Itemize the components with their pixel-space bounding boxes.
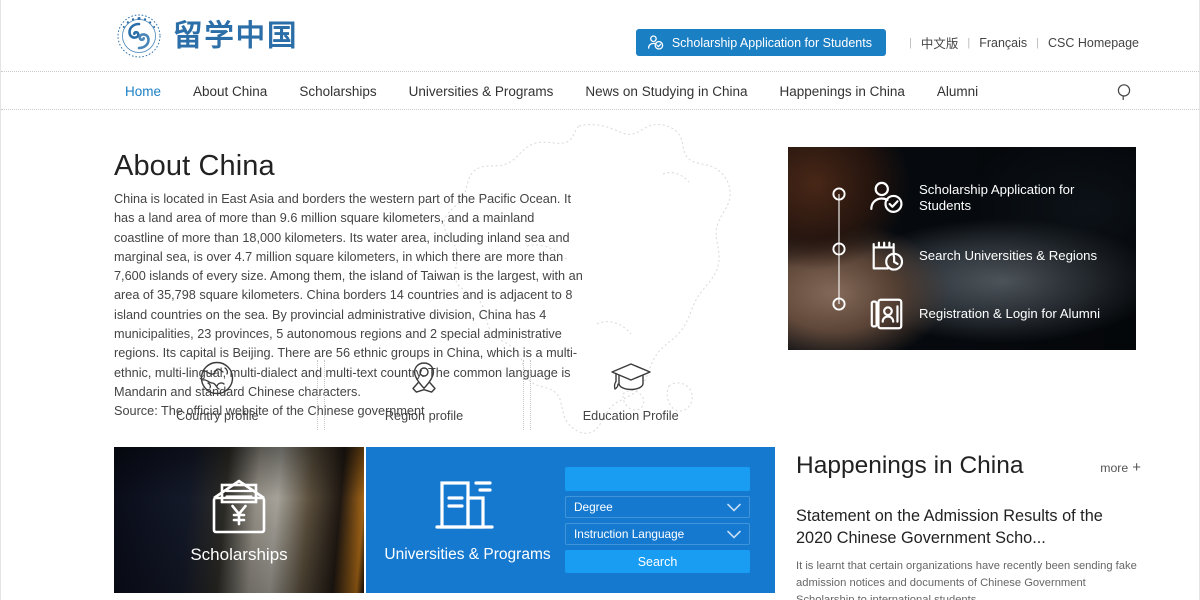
happenings-title: Happenings in China: [796, 452, 1024, 479]
universities-programs-panel: Universities & Programs Degree Instructi…: [366, 447, 775, 593]
header-utility-area: Scholarship Application for Students | 中…: [635, 29, 1139, 56]
promo-row-search-universities[interactable]: Search Universities & Regions: [868, 227, 1133, 285]
promo-row-registration-login-alumni-label: Registration & Login for Alumni: [919, 305, 1101, 321]
link-separator-0: |: [908, 36, 912, 49]
profile-tile-country-label: Country profile: [176, 409, 259, 423]
nav-item-scholarships[interactable]: Scholarships: [283, 84, 392, 99]
universities-search-input[interactable]: [565, 467, 750, 491]
happenings-more-label: more: [1100, 460, 1129, 475]
happenings-section: Happenings in China more + Statement on …: [796, 452, 1141, 600]
profile-tiles: Country profile Region profile Education…: [114, 358, 734, 433]
universities-search-form: Degree Instruction Language Search: [565, 467, 750, 573]
graduation-cap-icon: [610, 363, 651, 391]
degree-select-label: Degree: [574, 500, 613, 514]
happenings-article-excerpt: It is learnt that certain organizations …: [796, 560, 1137, 600]
chevron-down-icon: [727, 530, 741, 539]
globe-icon: [201, 361, 234, 395]
search-icon: [1117, 84, 1131, 100]
site-header: 留学中国 Scholarship Application for Student…: [1, 0, 1199, 72]
svg-text:留学中国: 留学中国: [173, 19, 298, 53]
profile-tile-country[interactable]: Country profile: [114, 358, 321, 433]
buildings-icon: [434, 481, 494, 529]
nav-item-alumni[interactable]: Alumni: [921, 84, 994, 99]
plus-icon: +: [1132, 459, 1141, 476]
link-separator-1: |: [967, 36, 971, 49]
lang-link-francais[interactable]: Français: [979, 36, 1027, 50]
universities-programs-label: Universities & Programs: [384, 546, 551, 563]
nav-item-list: Home About China Scholarships Universiti…: [113, 72, 994, 110]
scholarships-tile-content: Scholarships: [114, 447, 364, 593]
calendar-clock-icon: [872, 241, 904, 271]
lang-link-csc-homepage[interactable]: CSC Homepage: [1048, 36, 1139, 50]
promo-row-registration-login-alumni[interactable]: Registration & Login for Alumni: [868, 285, 1133, 343]
promo-timeline-icon: [832, 187, 846, 311]
promo-row-scholarship-application[interactable]: Scholarship Application for Students: [868, 169, 1133, 227]
csc-emblem-icon: [117, 14, 161, 58]
map-pin-icon: [412, 362, 436, 393]
lang-link-chinese[interactable]: 中文版: [921, 33, 959, 52]
nav-item-about-china[interactable]: About China: [177, 84, 283, 99]
promo-row-search-universities-label: Search Universities & Regions: [919, 247, 1098, 263]
scholarship-application-button[interactable]: Scholarship Application for Students: [635, 29, 886, 56]
nav-item-happenings-china[interactable]: Happenings in China: [764, 84, 921, 99]
nav-item-news-studying-china[interactable]: News on Studying in China: [569, 84, 763, 99]
chevron-down-icon: [727, 503, 741, 512]
nav-search-button[interactable]: [1115, 82, 1135, 102]
id-card-icon: [870, 298, 903, 330]
envelope-yuan-icon: [212, 479, 266, 534]
profile-tile-region-label: Region profile: [384, 409, 464, 423]
happenings-article-title[interactable]: Statement on the Admission Results of th…: [796, 506, 1141, 549]
nav-item-home[interactable]: Home: [113, 84, 177, 99]
page-title: About China: [114, 150, 275, 182]
scholarships-tile[interactable]: Scholarships: [114, 447, 364, 593]
profile-tile-region[interactable]: Region profile: [316, 358, 528, 433]
user-check-icon: [647, 35, 664, 50]
logo-wordmark-chinese: 留学中国: [173, 19, 298, 53]
promo-panel: Scholarship Application for Students Sea…: [788, 147, 1136, 350]
link-separator-2: |: [1036, 36, 1039, 49]
happenings-more-link[interactable]: more +: [1100, 460, 1141, 480]
profile-tile-education-label: Education Profile: [582, 409, 679, 423]
instruction-language-select[interactable]: Instruction Language: [565, 523, 750, 545]
site-logo[interactable]: 留学中国: [113, 10, 325, 62]
promo-row-scholarship-application-label: Scholarship Application for Students: [919, 181, 1075, 214]
universities-search-button[interactable]: Search: [565, 550, 750, 573]
user-check-icon: [870, 181, 903, 213]
main-navigation: Home About China Scholarships Universiti…: [1, 72, 1199, 110]
nav-item-universities-programs[interactable]: Universities & Programs: [393, 84, 570, 99]
universities-programs-link[interactable]: Universities & Programs: [370, 476, 565, 564]
instruction-language-select-label: Instruction Language: [574, 527, 685, 541]
language-links: | 中文版 | Français | CSC Homepage: [900, 33, 1139, 52]
profile-tile-education[interactable]: Education Profile: [523, 358, 734, 433]
promo-row-list: Scholarship Application for Students Sea…: [868, 169, 1133, 343]
scholarships-tile-label: Scholarships: [190, 545, 288, 564]
happenings-header: Happenings in China more +: [796, 452, 1141, 480]
degree-select[interactable]: Degree: [565, 496, 750, 518]
scholarship-application-button-label: Scholarship Application for Students: [671, 35, 872, 50]
page-root: 留学中国 Scholarship Application for Student…: [0, 0, 1200, 600]
